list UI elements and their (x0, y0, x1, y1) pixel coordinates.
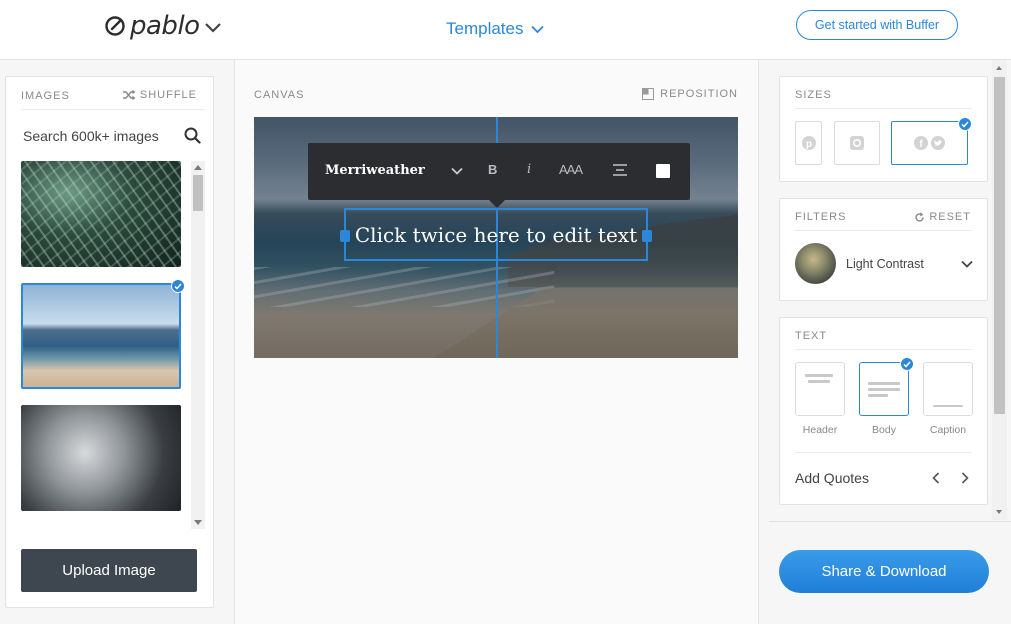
size-option-instagram[interactable] (834, 121, 880, 165)
shuffle-icon (122, 90, 136, 100)
font-select[interactable]: Merriweather (325, 163, 425, 178)
instagram-icon (850, 136, 864, 150)
canvas-image[interactable]: Merriweather B i AAA Click twice here to… (254, 117, 738, 358)
scrollbar-thumb[interactable] (994, 77, 1005, 414)
canvas-text[interactable]: Click twice here to edit text (355, 223, 637, 247)
logo-text: pablo (130, 11, 200, 41)
text-style-label: Header (802, 424, 838, 436)
align-center-icon[interactable] (612, 163, 628, 177)
selected-check-icon (171, 279, 185, 293)
upload-image-button[interactable]: Upload Image (21, 549, 197, 592)
font-size-button[interactable]: AAA (559, 162, 583, 177)
shuffle-label: SHUFFLE (139, 89, 197, 101)
text-style-caption[interactable] (923, 362, 973, 416)
reset-filter-button[interactable]: RESET (914, 211, 971, 223)
reposition-icon (642, 88, 655, 100)
reposition-button[interactable]: REPOSITION (642, 88, 738, 100)
pablo-logo[interactable]: pablo (104, 11, 222, 41)
selected-check-icon (958, 117, 972, 131)
filters-panel: FILTERS RESET Light Contrast (779, 198, 988, 301)
size-option-pinterest[interactable]: p (795, 121, 822, 165)
scrollbar-thumb[interactable] (193, 175, 203, 211)
chevron-right-icon[interactable] (961, 472, 969, 484)
left-sidebar: IMAGES SHUFFLE Search 600k+ images Uploa… (0, 60, 235, 624)
pablo-logo-icon (105, 16, 125, 36)
sizes-panel: SIZES p f (779, 76, 988, 182)
text-style-body[interactable] (859, 362, 909, 416)
editable-text-box[interactable]: Click twice here to edit text (340, 208, 652, 261)
image-thumbnail-list (21, 161, 183, 527)
facebook-twitter-icon: f (913, 136, 945, 150)
image-thumbnail-smoke[interactable] (21, 405, 181, 511)
size-option-facebook-twitter[interactable]: f (891, 121, 968, 165)
filters-title: FILTERS (795, 211, 847, 223)
text-panel: TEXT Header Body Caption Add Quotes (779, 317, 988, 505)
text-style-label: Body (872, 424, 896, 436)
text-toolbar: Merriweather B i AAA (308, 143, 690, 208)
share-download-button[interactable]: Share & Download (779, 550, 989, 593)
top-bar: pablo Templates Get started with Buffer (0, 0, 1011, 60)
bold-button[interactable]: B (488, 162, 497, 177)
sizes-title: SIZES (795, 89, 832, 101)
search-input[interactable]: Search 600k+ images (23, 128, 159, 144)
chevron-down-icon (204, 23, 221, 33)
divider (21, 109, 205, 110)
right-sidebar: SIZES p f FILTERS RESET Light Contrast T… (758, 60, 1011, 624)
svg-text:p: p (805, 139, 811, 150)
canvas-title: CANVAS (254, 89, 305, 101)
chevron-left-icon[interactable] (932, 472, 940, 484)
image-thumbnail-fern[interactable] (21, 161, 181, 267)
text-style-header[interactable] (795, 362, 845, 416)
templates-dropdown[interactable]: Templates (446, 19, 545, 39)
right-panel-scrollbar[interactable] (992, 60, 1007, 520)
add-quotes-label[interactable]: Add Quotes (795, 470, 869, 486)
scroll-down-arrow-icon[interactable] (996, 510, 1002, 514)
scroll-up-arrow-icon[interactable] (996, 66, 1002, 70)
get-started-button[interactable]: Get started with Buffer (796, 10, 958, 40)
images-scrollbar[interactable] (191, 161, 205, 529)
reset-label: RESET (929, 211, 971, 223)
chevron-down-icon (531, 25, 545, 33)
filter-dropdown[interactable]: Light Contrast (795, 243, 973, 284)
text-style-label: Caption (929, 424, 967, 436)
templates-label: Templates (446, 19, 524, 38)
scroll-up-arrow-icon[interactable] (194, 165, 202, 170)
filter-preview-thumbnail (795, 243, 836, 284)
chevron-down-icon (961, 260, 973, 268)
selected-check-icon (900, 357, 914, 371)
text-color-swatch[interactable] (656, 164, 670, 178)
search-icon[interactable] (184, 127, 201, 144)
resize-handle-right[interactable] (642, 230, 652, 242)
text-title: TEXT (795, 330, 828, 342)
chevron-down-icon[interactable] (451, 167, 463, 175)
image-thumbnail-beach[interactable] (21, 283, 181, 389)
image-search[interactable]: Search 600k+ images (23, 127, 201, 144)
shuffle-button[interactable]: SHUFFLE (122, 89, 197, 101)
images-panel: IMAGES SHUFFLE Search 600k+ images Uploa… (5, 76, 214, 608)
filter-name: Light Contrast (846, 256, 924, 271)
italic-button[interactable]: i (527, 162, 531, 177)
pinterest-icon: p (801, 136, 816, 150)
resize-handle-left[interactable] (340, 230, 350, 242)
reset-icon (915, 211, 925, 222)
scroll-down-arrow-icon[interactable] (194, 520, 202, 525)
divider (769, 521, 1011, 522)
images-title: IMAGES (21, 90, 70, 102)
canvas-area: CANVAS REPOSITION Merriweather B i AAA C… (235, 60, 757, 624)
reposition-label: REPOSITION (660, 88, 738, 100)
